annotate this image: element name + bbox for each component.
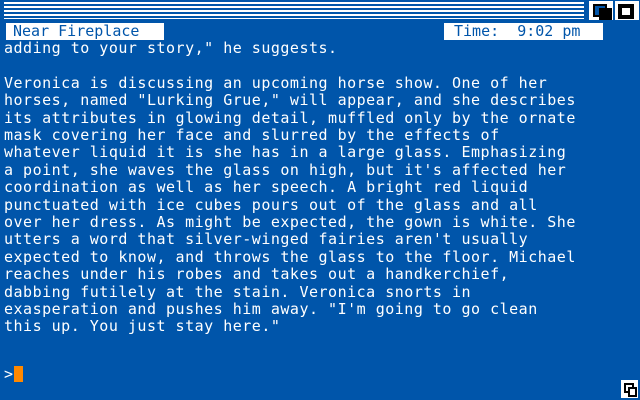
story-line: over her dress. As might be expected, th… bbox=[4, 213, 576, 232]
time-value: 9:02 pm bbox=[517, 22, 581, 40]
text-cursor bbox=[14, 366, 24, 382]
location-label: Near Fireplace bbox=[6, 23, 164, 40]
story-line: utters a word that silver-winged fairies… bbox=[4, 230, 529, 249]
story-line: Veronica is discussing an upcoming horse… bbox=[4, 73, 548, 92]
story-line: mask covering her face and slurred by th… bbox=[4, 126, 500, 145]
story-line: horses, named "Lurking Grue," will appea… bbox=[4, 91, 576, 110]
story-line: its attributes in glowing detail, muffle… bbox=[4, 108, 576, 127]
title-bar[interactable] bbox=[0, 0, 640, 22]
story-line: dabbing futilely at the stain. Veronica … bbox=[4, 282, 472, 301]
story-line: punctuated with ice cubes pours out of t… bbox=[4, 195, 538, 214]
story-line: a point, she waves the glass on high, bu… bbox=[4, 160, 567, 179]
prompt-symbol: > bbox=[4, 365, 14, 383]
story-line: expected to know, and throws the glass t… bbox=[4, 247, 576, 266]
zoom-icon[interactable] bbox=[615, 1, 639, 20]
command-prompt[interactable]: > bbox=[4, 365, 24, 383]
story-line: reaches under his robes and takes out a … bbox=[4, 265, 510, 284]
story-line: exasperation and pushes him away. "I'm g… bbox=[4, 300, 538, 319]
resize-icon[interactable] bbox=[621, 380, 638, 398]
story-text: adding to your story," he suggests. Vero… bbox=[4, 39, 634, 336]
story-line: coordination as well as her speech. A br… bbox=[4, 178, 529, 197]
story-line: whatever liquid it is she has in a large… bbox=[4, 143, 567, 162]
time-label: Time: bbox=[454, 22, 500, 40]
story-line: adding to your story," he suggests. bbox=[4, 39, 338, 57]
depth-arrange-icon[interactable] bbox=[589, 1, 613, 20]
time-display: Time: 9:02 pm bbox=[444, 23, 603, 40]
story-paragraph: Veronica is discussing an upcoming horse… bbox=[4, 73, 634, 336]
title-bar-stripes bbox=[4, 2, 584, 19]
story-line: this up. You just stay here." bbox=[4, 317, 281, 336]
